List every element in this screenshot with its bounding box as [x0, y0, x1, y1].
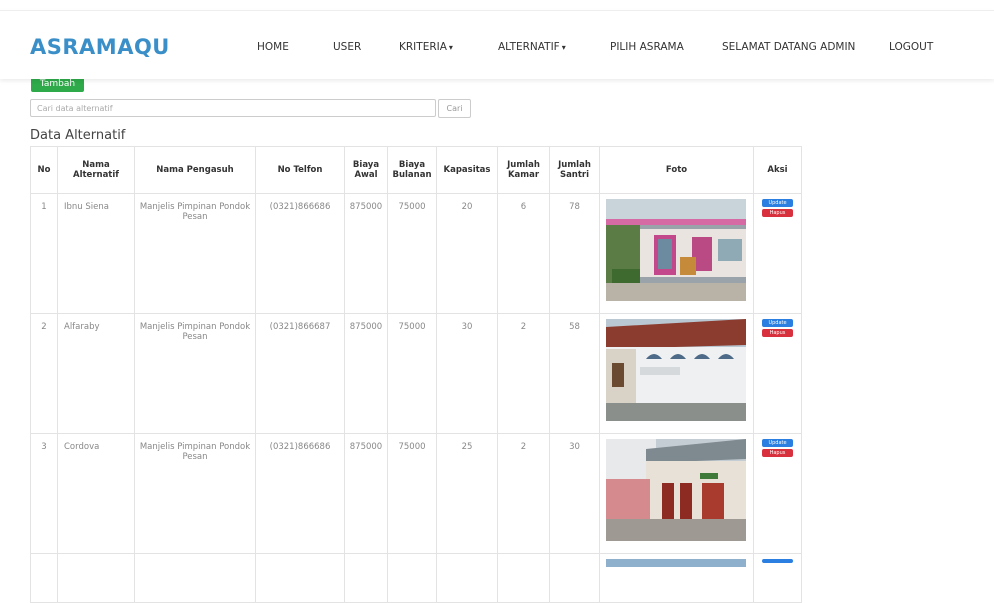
nav-welcome-admin: SELAMAT DATANG ADMIN	[722, 41, 856, 53]
update-button[interactable]	[762, 559, 793, 563]
update-button[interactable]: Update	[762, 439, 793, 447]
cell-aksi: Update Hapus	[753, 193, 802, 314]
cell-telfon	[255, 553, 345, 603]
cell-no	[30, 553, 58, 603]
nav-user[interactable]: USER	[333, 41, 361, 53]
search-button[interactable]: Cari	[438, 99, 471, 118]
update-button[interactable]: Update	[762, 199, 793, 207]
cell-biaya-bulanan: 75000	[387, 193, 437, 314]
cell-telfon: (0321)866687	[255, 313, 345, 434]
navbar: ASRAMAQU HOME USER KRITERIA ▾ ALTERNATIF ▾…	[0, 10, 994, 79]
cell-pengasuh: Manjelis Pimpinan Pondok Pesan	[134, 313, 256, 434]
header-no: No	[30, 146, 58, 194]
hapus-button[interactable]: Hapus	[762, 329, 793, 337]
cell-kapasitas	[436, 553, 498, 603]
cell-pengasuh: Manjelis Pimpinan Pondok Pesan	[134, 193, 256, 314]
nav-home[interactable]: HOME	[257, 41, 289, 53]
photo-building-white-arches	[606, 319, 746, 421]
page-title: Data Alternatif	[30, 128, 126, 143]
cell-biaya-awal: 875000	[344, 193, 388, 314]
update-button[interactable]: Update	[762, 319, 793, 327]
cell-pengasuh	[134, 553, 256, 603]
header-nama-alternatif: Nama Alternatif	[57, 146, 135, 194]
header-jumlah-kamar: Jumlah Kamar	[497, 146, 550, 194]
cell-kamar: 2	[497, 313, 550, 434]
cell-kapasitas: 25	[436, 433, 498, 554]
cell-santri	[549, 553, 600, 603]
cell-biaya-bulanan: 75000	[387, 313, 437, 434]
header-kapasitas: Kapasitas	[436, 146, 498, 194]
cell-biaya-awal	[344, 553, 388, 603]
cell-aksi	[753, 553, 802, 603]
cell-no: 2	[30, 313, 58, 434]
table-header-row: No Nama Alternatif Nama Pengasuh No Telf…	[30, 146, 802, 194]
cell-telfon: (0321)866686	[255, 433, 345, 554]
hapus-button[interactable]: Hapus	[762, 449, 793, 457]
cell-nama: Ibnu Siena	[57, 193, 135, 314]
header-no-telfon: No Telfon	[255, 146, 345, 194]
nav-pilih-asrama[interactable]: PILIH ASRAMA	[610, 41, 684, 53]
hapus-button[interactable]: Hapus	[762, 209, 793, 217]
chevron-down-icon: ▾	[561, 43, 566, 52]
cell-biaya-bulanan: 75000	[387, 433, 437, 554]
photo-building-pink-doors	[606, 199, 746, 301]
cell-foto	[599, 553, 754, 603]
nav-logout[interactable]: LOGOUT	[889, 41, 933, 53]
cell-santri: 78	[549, 193, 600, 314]
cell-aksi: Update Hapus	[753, 313, 802, 434]
tambah-button[interactable]: Tambah	[31, 78, 84, 92]
cell-foto	[599, 433, 754, 554]
table-row: 2 Alfaraby Manjelis Pimpinan Pondok Pesa…	[30, 313, 802, 434]
cell-kamar: 2	[497, 433, 550, 554]
photo-building	[606, 559, 746, 567]
photo-building-red-doors	[606, 439, 746, 541]
nav-alternatif-dropdown[interactable]: ALTERNATIF ▾	[498, 41, 566, 53]
cell-foto	[599, 193, 754, 314]
header-biaya-awal: Biaya Awal	[344, 146, 388, 194]
cell-biaya-awal: 875000	[344, 433, 388, 554]
cell-foto	[599, 313, 754, 434]
header-biaya-bulanan: Biaya Bulanan	[387, 146, 437, 194]
cell-biaya-bulanan	[387, 553, 437, 603]
table-row: 1 Ibnu Siena Manjelis Pimpinan Pondok Pe…	[30, 193, 802, 314]
table-row	[30, 553, 802, 603]
header-jumlah-santri: Jumlah Santri	[549, 146, 600, 194]
cell-santri: 58	[549, 313, 600, 434]
brand-logo[interactable]: ASRAMAQU	[30, 35, 170, 59]
table-row: 3 Cordova Manjelis Pimpinan Pondok Pesan…	[30, 433, 802, 554]
cell-no: 1	[30, 193, 58, 314]
header-foto: Foto	[599, 146, 754, 194]
cell-no: 3	[30, 433, 58, 554]
cell-biaya-awal: 875000	[344, 313, 388, 434]
cell-telfon: (0321)866686	[255, 193, 345, 314]
cell-kapasitas: 20	[436, 193, 498, 314]
cell-kamar	[497, 553, 550, 603]
header-aksi: Aksi	[753, 146, 802, 194]
alternatif-table: No Nama Alternatif Nama Pengasuh No Telf…	[30, 146, 802, 603]
cell-nama: Alfaraby	[57, 313, 135, 434]
cell-santri: 30	[549, 433, 600, 554]
header-nama-pengasuh: Nama Pengasuh	[134, 146, 256, 194]
cell-aksi: Update Hapus	[753, 433, 802, 554]
nav-kriteria-dropdown[interactable]: KRITERIA ▾	[399, 41, 453, 53]
cell-pengasuh: Manjelis Pimpinan Pondok Pesan	[134, 433, 256, 554]
chevron-down-icon: ▾	[448, 43, 453, 52]
cell-nama: Cordova	[57, 433, 135, 554]
cell-nama	[57, 553, 135, 603]
cell-kamar: 6	[497, 193, 550, 314]
search-input[interactable]: Cari data alternatif	[30, 99, 436, 117]
cell-kapasitas: 30	[436, 313, 498, 434]
